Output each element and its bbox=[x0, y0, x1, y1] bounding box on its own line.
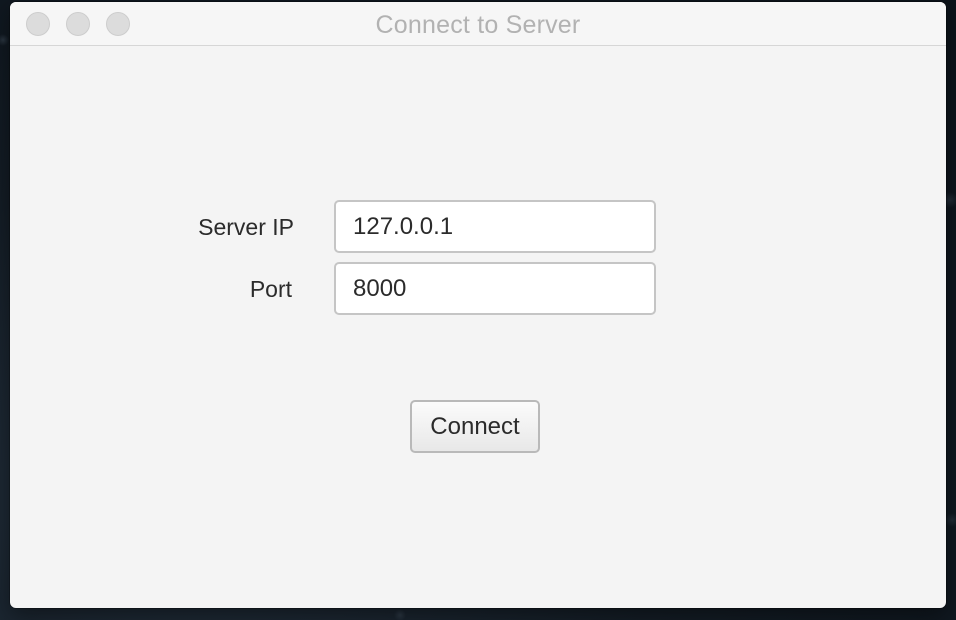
server-ip-label: Server IP bbox=[198, 214, 294, 240]
server-ip-input[interactable] bbox=[334, 200, 656, 253]
port-input[interactable] bbox=[334, 262, 656, 315]
connect-button[interactable]: Connect bbox=[410, 400, 540, 453]
port-label: Port bbox=[249, 276, 292, 302]
connect-dialog-window: Connect to Server Server IP Port Connect bbox=[10, 2, 946, 608]
window-titlebar[interactable]: Connect to Server bbox=[10, 2, 946, 46]
window-title: Connect to Server bbox=[375, 11, 581, 39]
